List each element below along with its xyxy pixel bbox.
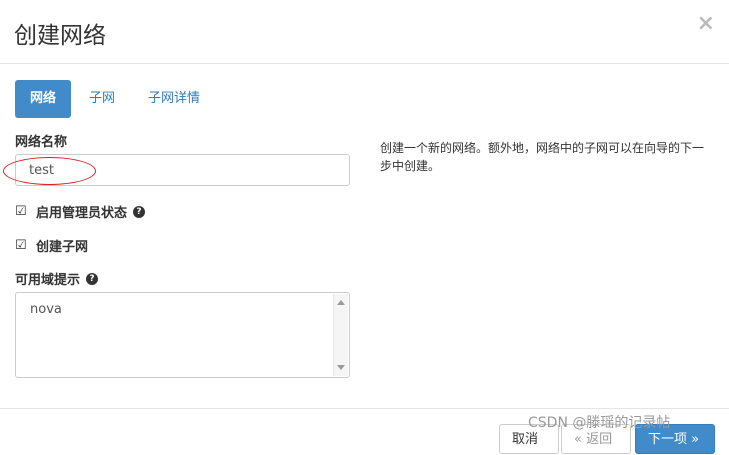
close-icon[interactable]: ×	[697, 12, 715, 36]
create-subnet-checkbox[interactable]: ☑ 创建子网	[15, 236, 88, 255]
az-hint-label-row: 可用域提示 ?	[15, 269, 99, 288]
help-icon[interactable]: ?	[86, 272, 99, 285]
help-icon[interactable]: ?	[133, 205, 146, 218]
admin-state-label: 启用管理员状态	[36, 206, 128, 221]
scroll-down-icon[interactable]	[337, 365, 345, 370]
create-subnet-label: 创建子网	[36, 240, 89, 255]
help-description: 创建一个新的网络。额外地，网络中的子网可以在向导的下一步中创建。	[380, 141, 705, 173]
tab-network[interactable]: 网络	[15, 80, 72, 118]
az-hint-label: 可用域提示	[15, 273, 81, 288]
annotation-circle	[3, 157, 96, 185]
checkbox-checked-icon[interactable]: ☑	[15, 204, 31, 219]
admin-state-checkbox[interactable]: ☑ 启用管理员状态 ?	[15, 202, 146, 221]
scrollbar[interactable]	[333, 294, 348, 376]
watermark: CSDN @滕瑶的记录帖	[528, 415, 671, 431]
scroll-up-icon[interactable]	[337, 300, 345, 305]
az-hint-select[interactable]: nova	[15, 292, 350, 378]
tab-bar: 网络 子网 子网详情	[15, 80, 218, 118]
az-hint-option[interactable]: nova	[30, 302, 62, 317]
checkbox-checked-icon[interactable]: ☑	[15, 238, 31, 253]
modal-title: 创建网络	[14, 23, 106, 49]
network-name-label: 网络名称	[15, 135, 68, 150]
modal-header: 创建网络 ×	[0, 0, 729, 64]
tab-subnet[interactable]: 子网	[74, 80, 130, 118]
tab-subnet-details[interactable]: 子网详情	[133, 80, 215, 118]
